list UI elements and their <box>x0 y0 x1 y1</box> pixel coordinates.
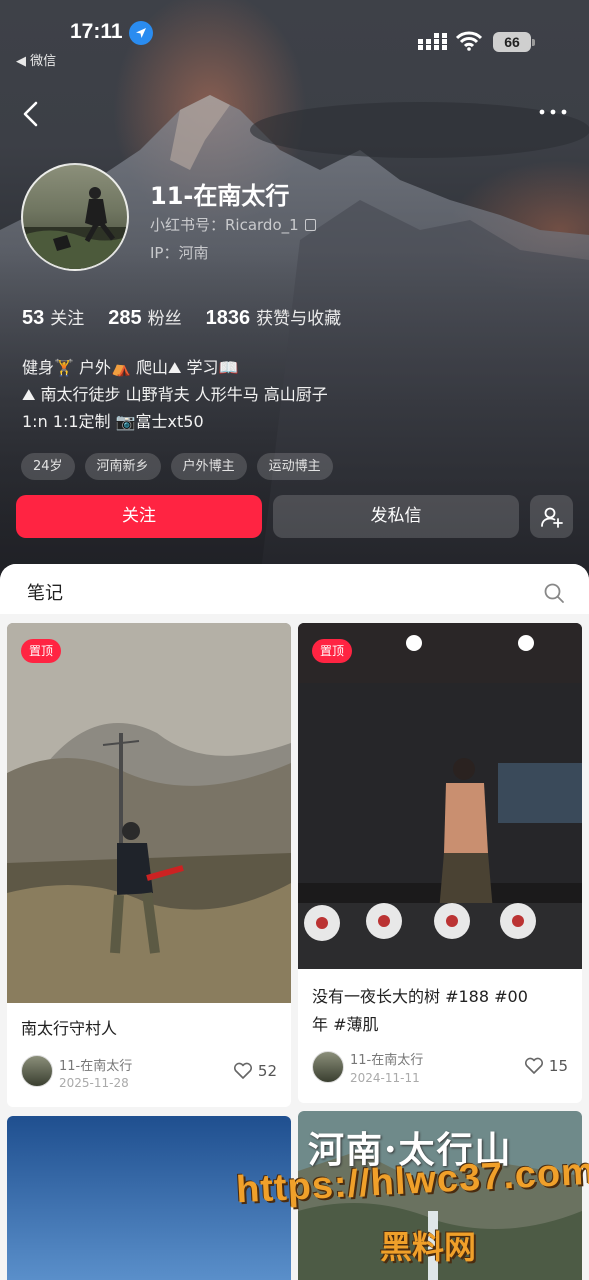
mountain-backdrop <box>0 95 589 580</box>
battery-level: 66 <box>493 32 531 52</box>
note-cover-image <box>298 623 582 969</box>
like-count[interactable]: 15 <box>524 1057 568 1075</box>
tag-age: 24岁 <box>21 453 75 480</box>
bio-line: 1:n 1:1定制 📷富士xt50 <box>22 412 204 431</box>
pinned-badge: 置顶 <box>21 639 62 663</box>
profile-nickname: 11-在南太行 <box>150 182 290 210</box>
author-name: 11-在南太行 <box>350 1053 424 1068</box>
follow-button[interactable]: 关注 <box>16 495 262 538</box>
bio-line: ⛰ 南太行徒步 山野背夫 人形牛马 高山厨子 <box>22 385 328 404</box>
heart-icon <box>524 1057 543 1074</box>
notes-tab-title[interactable]: 笔记 <box>27 579 63 605</box>
add-user-icon <box>540 507 563 528</box>
stat-number: 1836 <box>205 307 251 329</box>
profile-tags: 24岁 河南新乡 户外博主 运动博主 <box>21 453 343 480</box>
profile-header-background <box>0 0 589 580</box>
note-date: 2025-11-28 <box>59 1076 129 1090</box>
copy-icon[interactable] <box>304 219 316 231</box>
stat-likes-collects[interactable]: 1836 获赞与收藏 <box>206 304 342 330</box>
send-message-button[interactable]: 发私信 <box>273 495 519 538</box>
pinned-badge: 置顶 <box>312 639 353 663</box>
note-card[interactable]: 置顶 没有一夜长大的树 #188 #00 年 #薄肌 11-在南太行 2024-… <box>298 623 582 1103</box>
red-id-text: 小红书号：Ricardo_1 <box>150 216 299 234</box>
battery-tip <box>532 39 535 46</box>
profile-avatar[interactable] <box>21 163 129 271</box>
note-cover-image <box>7 623 291 1003</box>
stat-following[interactable]: 53 关注 <box>22 304 84 330</box>
status-bar: 17:11 ◀ 微信 66 <box>0 0 589 70</box>
profile-stats: 53 关注 285 粉丝 1836 获赞与收藏 <box>22 304 365 330</box>
author-avatar <box>21 1055 53 1087</box>
wifi-icon <box>456 31 482 51</box>
tag-location: 河南新乡 <box>84 453 161 480</box>
note-date: 2024-11-11 <box>350 1071 420 1085</box>
author-name: 11-在南太行 <box>59 1059 133 1074</box>
tag-category-sports: 运动博主 <box>256 453 333 480</box>
stat-label: 粉丝 <box>147 309 182 329</box>
profile-ip-location: IP：河南 <box>150 244 209 262</box>
more-options-icon[interactable] <box>538 104 568 120</box>
heart-icon <box>233 1062 252 1079</box>
stat-followers[interactable]: 285 粉丝 <box>108 304 181 330</box>
watermark-name: 黑料网 <box>380 1228 477 1266</box>
note-card[interactable]: 置顶 南太行守村人 11-在南太行 2025-11-28 52 <box>7 623 291 1107</box>
like-number: 52 <box>257 1062 277 1080</box>
stat-number: 285 <box>108 307 142 329</box>
cellular-signal-icon <box>418 33 447 50</box>
battery-indicator: 66 <box>493 32 535 52</box>
profile-red-id[interactable]: 小红书号：Ricardo_1 <box>150 214 316 235</box>
location-arrow-icon <box>129 21 153 45</box>
stat-number: 53 <box>22 307 45 329</box>
search-icon[interactable] <box>543 582 565 604</box>
back-arrow-icon[interactable] <box>18 98 44 130</box>
author-avatar <box>312 1051 344 1083</box>
tag-category-outdoor: 户外博主 <box>170 453 247 480</box>
like-number: 15 <box>548 1057 568 1075</box>
stat-label: 关注 <box>50 309 85 329</box>
clock: 17:11 <box>70 20 123 43</box>
like-count[interactable]: 52 <box>233 1062 277 1080</box>
stat-label: 获赞与收藏 <box>256 309 342 329</box>
note-title: 南太行守村人 <box>21 1019 118 1038</box>
note-title-line: 年 #薄肌 <box>312 1015 379 1034</box>
note-title-line: 没有一夜长大的树 #188 #00 <box>312 987 528 1006</box>
avatar-silhouette <box>23 187 127 269</box>
bio-line: 健身🏋 户外⛺ 爬山⛰ 学习📖 <box>22 358 239 377</box>
back-to-app-link[interactable]: ◀ 微信 <box>16 50 56 69</box>
notes-header: 笔记 <box>0 564 589 614</box>
add-friend-button[interactable] <box>530 495 573 538</box>
